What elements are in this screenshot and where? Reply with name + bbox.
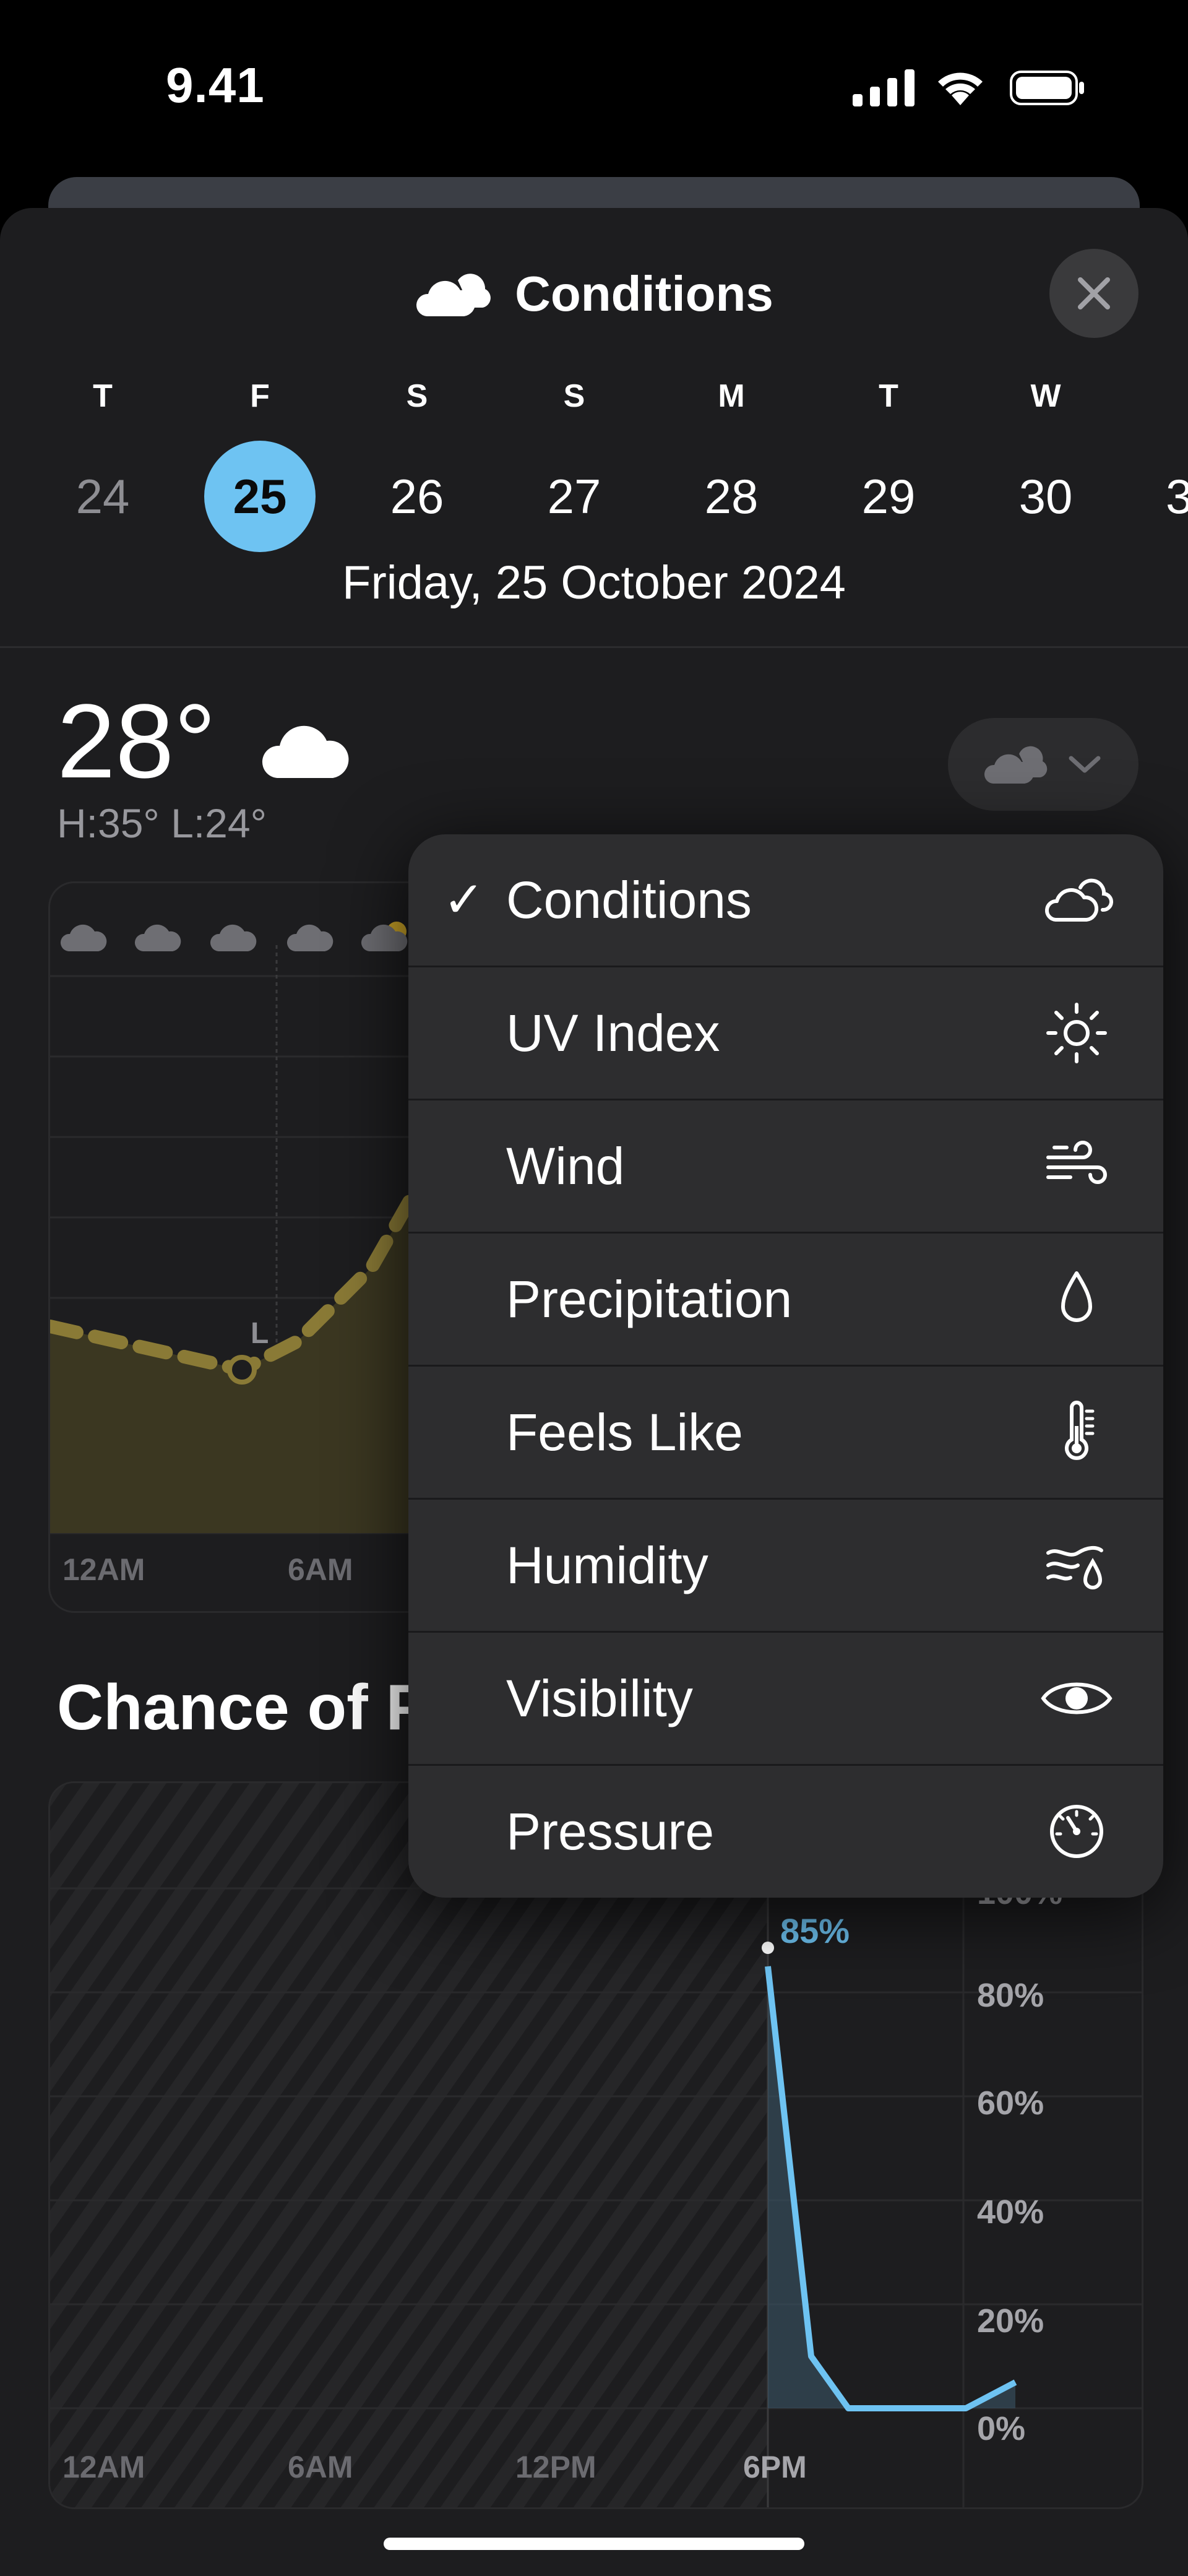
menu-item-label: Feels Like [506,1403,743,1461]
chart-type-selector[interactable] [948,718,1138,811]
menu-item-label: UV Index [506,1004,720,1062]
day-button-30[interactable]: 30 [990,441,1101,552]
day-button-24[interactable]: 24 [47,441,158,552]
day-button-29[interactable]: 29 [833,441,944,552]
low-temp-marker: L [251,1317,269,1350]
day-button-26[interactable]: 26 [361,441,473,552]
day-of-week: W [1030,378,1061,414]
x-axis-label: 6PM [743,2450,807,2484]
day-of-week: F [250,378,270,414]
close-icon [1078,277,1110,309]
day-button-next[interactable]: 3 [1166,441,1188,552]
cellular-signal-icon [853,69,915,106]
menu-item-pressure[interactable]: Pressure [408,1766,1163,1897]
eye-icon [1041,1682,1113,1714]
day-of-week: T [879,378,898,414]
chart-type-menu: ✓ Conditions UV Index Wind Precipitation… [408,834,1163,1898]
raindrop-icon [1061,1271,1092,1322]
y-axis-label: 60% [977,2085,1044,2122]
day-button-25-selected[interactable]: 25 [204,441,316,552]
menu-item-wind[interactable]: Wind [408,1100,1163,1234]
selected-date: Friday, 25 October 2024 [342,556,846,609]
wifi-icon [938,72,983,105]
battery-icon [1010,71,1084,105]
menu-item-visibility[interactable]: Visibility [408,1633,1163,1766]
temperature-value: 28° [57,683,217,800]
day-of-week: T [93,378,113,414]
high-low-temps: H:35° L:24° [57,800,267,846]
thermometer-icon [1065,1401,1095,1460]
humidity-icon [1046,1545,1103,1589]
cloud-icon [286,924,334,951]
x-axis-label: 12PM [515,2450,596,2484]
x-axis-label: 6AM [288,2450,353,2484]
current-temperature: 28° [57,681,359,802]
x-axis-label: 6AM [288,1552,353,1587]
home-indicator[interactable] [384,2538,804,2550]
day-button-27[interactable]: 27 [519,441,630,552]
menu-item-feels-like[interactable]: Feels Like [408,1367,1163,1500]
menu-item-humidity[interactable]: Humidity [408,1500,1163,1633]
menu-item-label: Wind [506,1137,625,1195]
cloud-icon [134,924,181,951]
sheet-header: Conditions [0,260,1188,328]
cloud-icon [416,274,491,316]
y-axis-label: 20% [977,2302,1044,2340]
menu-item-precipitation[interactable]: Precipitation [408,1234,1163,1367]
menu-item-label: Precipitation [506,1270,793,1328]
cloud-sun-icon [1044,878,1113,922]
status-icons [853,69,1084,106]
y-axis-label: 0% [977,2410,1026,2447]
menu-item-uv-index[interactable]: UV Index [408,967,1163,1100]
sheet-title: Conditions [515,266,773,321]
y-axis-label: 80% [977,1977,1044,2014]
wind-icon [1046,1141,1107,1184]
menu-item-label: Visibility [506,1669,693,1727]
cloud-icon [984,746,1048,784]
cloud-icon [210,924,257,951]
status-time: 9.41 [166,58,265,113]
day-of-week: M [718,378,745,414]
x-axis-label: 12AM [62,1552,145,1587]
day-of-week: S [563,378,585,414]
day-button-28[interactable]: 28 [676,441,787,552]
divider [0,646,1188,648]
cloud-icon [262,725,349,779]
peak-point [762,1942,774,1954]
x-axis-label: 12AM [62,2450,145,2484]
menu-item-conditions[interactable]: ✓ Conditions [408,834,1163,967]
chevron-down-icon [1069,756,1101,773]
y-axis-label: 40% [977,2193,1044,2231]
menu-item-label: Conditions [506,871,752,929]
menu-item-label: Pressure [506,1802,715,1861]
close-button[interactable] [1049,249,1138,338]
day-of-week: S [406,378,428,414]
sun-icon [1046,1003,1107,1063]
chance-of-precipitation-title: Chance of P [57,1672,429,1744]
gauge-icon [1050,1805,1103,1858]
peak-value-label: 85% [780,1911,850,1950]
menu-item-label: Humidity [506,1536,708,1594]
checkmark-icon: ✓ [443,872,485,927]
cloud-icon [60,924,107,951]
